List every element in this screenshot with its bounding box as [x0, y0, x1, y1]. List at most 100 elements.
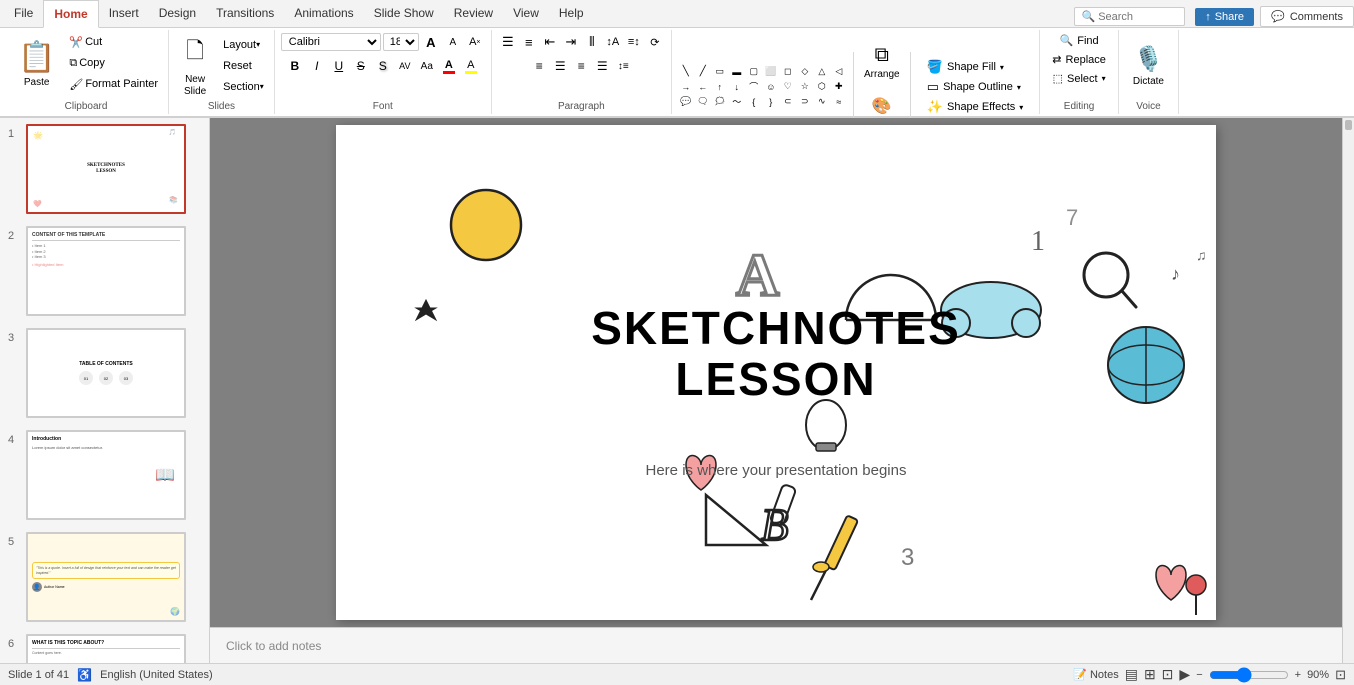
slide-thumb-5[interactable]: 5 "This is a quote. Insert a full of des… — [0, 526, 209, 628]
tab-help[interactable]: Help — [549, 0, 594, 27]
underline-button[interactable]: U — [329, 56, 349, 76]
shape-brace[interactable]: { — [746, 95, 762, 109]
shape-wavy[interactable]: 〜 — [729, 95, 745, 109]
layout-button[interactable]: Layout ▾ — [219, 35, 268, 55]
shape-heart[interactable]: ♡ — [780, 80, 796, 94]
slide-thumb-2[interactable]: 2 CONTENT OF THIS TEMPLATE • Item 1 • It… — [0, 220, 209, 322]
shape-fill-dropdown[interactable]: ▾ — [1000, 63, 1004, 72]
paste-button[interactable]: 📋 Paste — [10, 32, 63, 96]
shape-line[interactable]: ╲ — [678, 65, 694, 79]
shape-misc3[interactable]: ∿ — [814, 95, 830, 109]
slide-thumb-6[interactable]: 6 WHAT IS THIS TOPIC ABOUT? Content goes… — [0, 628, 209, 663]
zoom-in-button[interactable]: + — [1295, 669, 1301, 681]
align-left-button[interactable]: ≡ — [529, 56, 549, 76]
tab-transitions[interactable]: Transitions — [206, 0, 284, 27]
format-painter-button[interactable]: 🖌 Format Painter — [65, 74, 162, 94]
comments-button[interactable]: 💬 Comments — [1260, 6, 1354, 27]
text-shadow-button[interactable]: S — [373, 56, 393, 76]
bold-button[interactable]: B — [285, 56, 305, 76]
font-color-button[interactable]: A — [439, 56, 459, 76]
reset-button[interactable]: Reset — [219, 56, 268, 76]
shape-callout2[interactable]: 🗨 — [695, 95, 711, 109]
search-input[interactable] — [1098, 11, 1178, 23]
shape-effects-dropdown[interactable]: ▾ — [1019, 103, 1023, 112]
clear-format-button[interactable]: A× — [465, 32, 485, 52]
numbering-button[interactable]: ≡ — [519, 32, 539, 52]
shape-callout1[interactable]: 💬 — [678, 95, 694, 109]
shape-plus[interactable]: ✚ — [831, 80, 847, 94]
shape-hexagon[interactable]: ⬡ — [814, 80, 830, 94]
justify-button[interactable]: ☰ — [592, 56, 612, 76]
bullets-button[interactable]: ☰ — [498, 32, 518, 52]
shape-diamond[interactable]: ◇ — [797, 65, 813, 79]
line-spacing-button[interactable]: ↕≡ — [613, 56, 633, 76]
tab-file[interactable]: File — [4, 0, 43, 27]
italic-button[interactable]: I — [307, 56, 327, 76]
font-family-select[interactable]: Calibri — [281, 33, 381, 51]
slide-thumb-1[interactable]: 1 SKETCHNOTESLESSON 🌟 📚 🎵 ❤️ — [0, 118, 209, 220]
shape-arrow-u[interactable]: ↑ — [712, 80, 728, 94]
shape-effects-button[interactable]: ✨ Shape Effects ▾ — [921, 97, 1030, 117]
decrease-indent-button[interactable]: ⇤ — [540, 32, 560, 52]
change-case-button[interactable]: Aa — [417, 56, 437, 76]
shape-arrow-l[interactable]: ← — [695, 80, 711, 94]
columns-button[interactable]: ⫴ — [582, 32, 602, 52]
tab-animations[interactable]: Animations — [284, 0, 363, 27]
font-grow-button[interactable]: A — [421, 32, 441, 52]
normal-view-icon[interactable]: ▤ — [1125, 666, 1138, 683]
font-size-select[interactable]: 18 — [383, 33, 419, 51]
right-scrollbar[interactable] — [1342, 118, 1354, 663]
copy-button[interactable]: ⧉ Copy — [65, 53, 162, 73]
fit-slide-button[interactable]: ⊡ — [1335, 667, 1346, 683]
tab-review[interactable]: Review — [444, 0, 503, 27]
shape-fill-button[interactable]: 🪣 Shape Fill ▾ — [921, 57, 1030, 77]
shape-rounded-rect2[interactable]: ⬜ — [763, 65, 779, 79]
font-shrink-button[interactable]: A — [443, 32, 463, 52]
align-center-button[interactable]: ☰ — [550, 56, 570, 76]
share-button[interactable]: ↑ Share — [1195, 8, 1254, 26]
slide-subtitle[interactable]: Here is where your presentation begins — [646, 462, 907, 479]
tab-design[interactable]: Design — [149, 0, 206, 27]
presenter-view-icon[interactable]: ▶ — [1179, 666, 1190, 683]
arrange-button[interactable]: ⧉ Arrange — [860, 32, 904, 92]
notes-button[interactable]: 📝 Notes — [1073, 668, 1119, 681]
slide-sorter-icon[interactable]: ⊞ — [1144, 666, 1156, 683]
replace-button[interactable]: ⇄ Replace — [1046, 51, 1112, 68]
cut-button[interactable]: ✂️ Cut — [65, 32, 162, 52]
shape-outline-button[interactable]: ▭ Shape Outline ▾ — [921, 77, 1030, 97]
zoom-out-button[interactable]: − — [1196, 669, 1202, 681]
shape-misc1[interactable]: ⊂ — [780, 95, 796, 109]
shape-rounded-rect[interactable]: ▢ — [746, 65, 762, 79]
new-slide-button[interactable]: 🗋 NewSlide — [175, 34, 215, 98]
zoom-slider[interactable] — [1209, 667, 1289, 683]
shape-curved[interactable]: ⌒ — [746, 80, 762, 94]
select-button[interactable]: ⬚ Select ▾ — [1047, 70, 1112, 87]
slide-canvas-area[interactable]: ♪ ♫ D C A — [210, 118, 1342, 627]
tab-insert[interactable]: Insert — [99, 0, 149, 27]
search-box[interactable]: 🔍 — [1074, 7, 1185, 26]
slide-title[interactable]: SKETCHNOTES LESSON — [591, 303, 961, 404]
char-spacing-button[interactable]: AV — [395, 56, 415, 76]
slide-thumb-4[interactable]: 4 Introduction Lorem ipsum dolor sit ame… — [0, 424, 209, 526]
shape-rect[interactable]: ▬ — [729, 65, 745, 79]
dictate-button[interactable]: 🎙️ Dictate — [1125, 36, 1172, 96]
reading-view-icon[interactable]: ⊡ — [1162, 666, 1174, 683]
shape-rect-outline[interactable]: ▭ — [712, 65, 728, 79]
tab-slideshow[interactable]: Slide Show — [364, 0, 444, 27]
shape-triangle[interactable]: △ — [814, 65, 830, 79]
shape-smiley[interactable]: ☺ — [763, 80, 779, 94]
slide-thumb-3[interactable]: 3 TABLE OF CONTENTS 01 02 03 — [0, 322, 209, 424]
section-button[interactable]: Section ▾ — [219, 77, 268, 97]
highlight-color-button[interactable]: A — [461, 56, 481, 76]
notes-bar[interactable]: Click to add notes — [210, 627, 1342, 663]
increase-indent-button[interactable]: ⇥ — [561, 32, 581, 52]
align-right-button[interactable]: ≡ — [571, 56, 591, 76]
shape-snip[interactable]: ◻ — [780, 65, 796, 79]
shape-misc2[interactable]: ⊃ — [797, 95, 813, 109]
shape-star[interactable]: ☆ — [797, 80, 813, 94]
tab-view[interactable]: View — [503, 0, 549, 27]
find-button[interactable]: 🔍 Find — [1054, 32, 1105, 49]
tab-home[interactable]: Home — [43, 0, 98, 28]
text-direction-button[interactable]: ↕A — [603, 32, 623, 52]
select-dropdown[interactable]: ▾ — [1102, 74, 1106, 83]
